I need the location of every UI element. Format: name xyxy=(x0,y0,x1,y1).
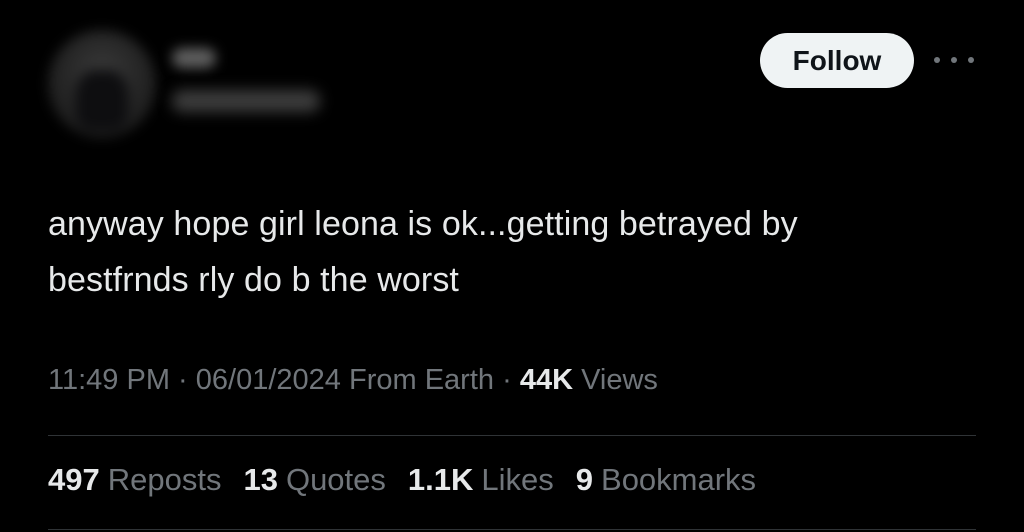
tweet-card: Follow anyway hope girl leona is ok...ge… xyxy=(0,0,1024,532)
tweet-date[interactable]: 06/01/2024 xyxy=(196,364,341,396)
author-name-redacted[interactable] xyxy=(172,48,216,68)
stat-bookmarks[interactable]: 9 Bookmarks xyxy=(576,462,756,498)
tweet-text-line: bestfrnds rly do b the worst xyxy=(48,261,459,299)
stat-likes[interactable]: 1.1K Likes xyxy=(408,462,554,498)
tweet-source: From Earth xyxy=(349,364,495,396)
divider xyxy=(48,435,976,436)
meta-separator: · xyxy=(502,364,512,396)
stat-label: Quotes xyxy=(285,462,386,497)
stat-label: Likes xyxy=(481,462,554,497)
follow-button[interactable]: Follow xyxy=(760,33,914,88)
stat-label: Reposts xyxy=(107,462,222,497)
stat-count: 497 xyxy=(48,462,100,497)
views-label: Views xyxy=(581,364,658,396)
stat-count: 9 xyxy=(575,462,594,497)
stat-reposts[interactable]: 497 Reposts xyxy=(48,462,221,498)
divider xyxy=(48,529,976,530)
stat-count: 13 xyxy=(243,462,278,497)
more-horizontal-icon[interactable] xyxy=(934,50,974,70)
tweet-text-line: anyway hope girl leona is ok...getting b… xyxy=(48,205,798,243)
tweet-stats: 497 Reposts 13 Quotes 1.1K Likes 9 Bookmarks xyxy=(48,462,756,498)
tweet-meta: 11:49 PM · 06/01/2024 From Earth · 44K V… xyxy=(48,364,658,397)
avatar[interactable] xyxy=(48,30,156,138)
stat-count: 1.1K xyxy=(407,462,474,497)
author-handle-redacted[interactable] xyxy=(172,90,320,112)
meta-separator: · xyxy=(178,364,188,396)
tweet-time[interactable]: 11:49 PM xyxy=(48,364,170,396)
views-count: 44K xyxy=(519,364,574,396)
tweet-text: anyway hope girl leona is ok...getting b… xyxy=(48,196,978,308)
stat-label: Bookmarks xyxy=(601,462,757,497)
stat-quotes[interactable]: 13 Quotes xyxy=(243,462,385,498)
